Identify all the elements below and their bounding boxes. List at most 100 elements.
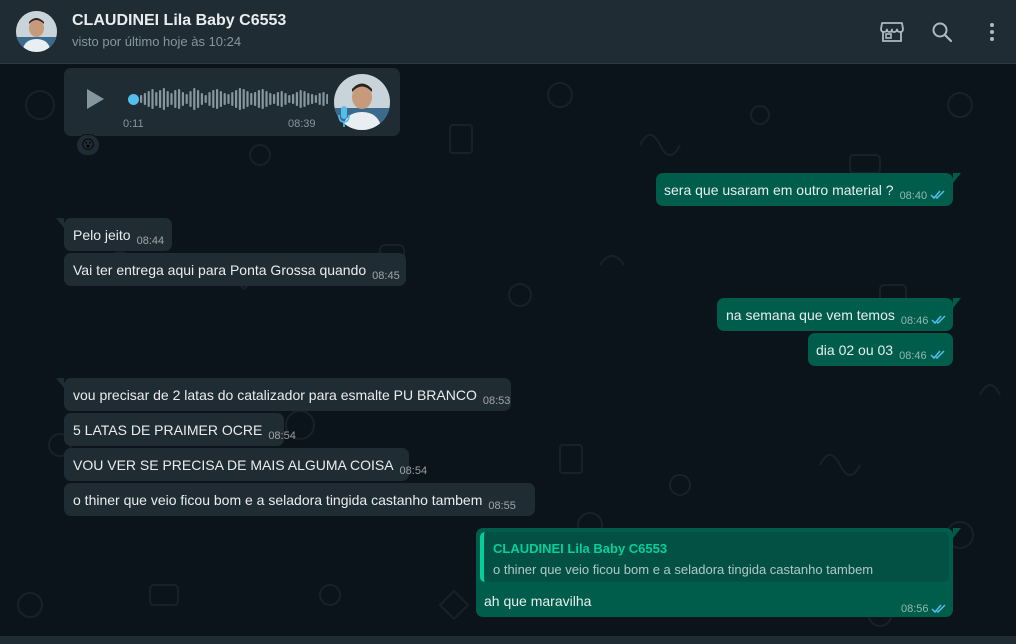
waveform-bar [147,91,150,107]
waveform-bar [269,93,272,105]
message-bubble-in[interactable]: Pelo jeito 08:44 [56,218,172,251]
waveform-bar [140,95,143,103]
waveform-bar [280,91,283,107]
read-ticks-icon [930,346,946,365]
waveform-bar [307,93,310,105]
message-text: 5 LATAS DE PRAIMER OCRE [73,422,263,438]
waveform-bar [238,88,241,110]
waveform-bar [155,92,158,106]
message-text: na semana que vem temos [726,307,895,323]
message-bubble-in[interactable]: Vai ter entrega aqui para Ponta Grossa q… [64,253,406,286]
waveform-bar [295,92,298,106]
waveform-bar [185,94,188,104]
waveform-bar [174,90,177,108]
contact-name[interactable]: CLAUDINEI Lila Baby C6553 [72,12,286,30]
message-time: 08:55 [488,500,516,512]
waveform-bar [322,92,325,106]
message-text: ah que maravilha [484,593,592,609]
waveform-bar [189,91,192,107]
waveform-bar [227,94,230,104]
message-time: 08:53 [482,395,511,407]
waveform-bar [143,93,146,105]
waveform-bar [250,93,253,105]
message-bubble-in[interactable]: 5 LATAS DE PRAIMER OCRE 08:54 [64,413,296,446]
voice-message[interactable]: 0:11 08:39 [64,68,400,136]
waveform-bar [223,93,226,105]
waveform-bar [299,90,302,108]
compose-bar[interactable] [0,636,1016,644]
message-bubble-out[interactable]: dia 02 ou 03 08:46 [808,333,953,366]
quoted-message[interactable]: CLAUDINEI Lila Baby C6553 o thiner que v… [480,532,949,582]
waveform-bar [231,92,234,106]
voice-time: 08:39 [288,118,316,130]
voice-elapsed: 0:11 [123,118,144,130]
waveform-bar [311,94,314,104]
waveform-bar [235,90,238,108]
waveform-bar [265,91,268,107]
waveform-bar [257,90,260,108]
waveform-bar [197,90,200,108]
play-icon[interactable] [84,87,106,116]
waveform-bar [219,91,222,107]
waveform-bar [318,93,321,105]
waveform-bar [178,89,181,109]
chat-header: CLAUDINEI Lila Baby C6553 visto por últi… [0,0,1016,64]
waveform[interactable] [128,86,328,112]
last-seen-status: visto por último hoje às 10:24 [72,34,242,49]
waveform-bar [170,93,173,105]
message-text: sera que usaram em outro material ? [664,182,894,198]
menu-icon[interactable] [978,18,1006,46]
waveform-bar [273,94,276,104]
waveform-bar [193,88,196,110]
message-text: dia 02 ou 03 [816,342,894,358]
message-time: 08:46 [900,315,929,327]
message-bubble-out[interactable]: sera que usaram em outro material ? 08:40 [656,173,961,206]
store-icon[interactable] [878,18,906,46]
search-icon[interactable] [928,18,956,46]
quoted-sender-name: CLAUDINEI Lila Baby C6553 [493,541,668,556]
progress-dot[interactable] [128,94,139,105]
waveform-bar [204,95,207,103]
read-ticks-icon [931,311,947,330]
contact-avatar[interactable] [16,11,57,52]
message-bubble-in[interactable]: VOU VER SE PRECISA DE MAIS ALGUMA COISA 0… [64,448,427,481]
waveform-bar [261,89,264,109]
message-time: 08:40 [899,190,928,202]
mic-icon [338,106,350,133]
message-text: VOU VER SE PRECISA DE MAIS ALGUMA COISA [73,457,394,473]
waveform-bar [159,90,162,108]
message-bubble-out[interactable]: na semana que vem temos 08:46 [717,298,961,331]
message-text: vou precisar de 2 latas do catalizador p… [73,387,477,403]
waveform-bar [208,92,211,106]
waveform-bar [288,95,291,103]
message-text: Vai ter entrega aqui para Ponta Grossa q… [73,262,367,278]
message-time: 08:45 [372,270,400,282]
message-bubble-in[interactable]: vou precisar de 2 latas do catalizador p… [56,378,511,411]
reply-message-bubble[interactable]: CLAUDINEI Lila Baby C6553 o thiner que v… [476,528,961,619]
waveform-bar [284,93,287,105]
waveform-bar [166,91,169,107]
waveform-bar [242,89,245,109]
waveform-bar [151,89,154,109]
message-time: 08:44 [136,235,165,247]
message-list[interactable]: 0:11 08:39 😮 sera que usaram em outro ma… [0,65,1016,644]
waveform-bar [216,89,219,109]
reaction-emoji[interactable]: 😮 [76,134,100,156]
waveform-bar [314,95,317,103]
quoted-message-text: o thiner que veio ficou bom e a seladora… [493,562,874,577]
message-time: 08:46 [899,350,927,362]
read-ticks-icon [931,600,947,619]
waveform-bar [326,94,328,104]
message-bubble-in[interactable]: o thiner que veio ficou bom e a seladora… [64,483,535,516]
waveform-bar [212,90,215,108]
waveform-bar [200,93,203,105]
waveform-bar [276,92,279,106]
waveform-bar [303,91,306,107]
message-text: Pelo jeito [73,227,131,243]
message-time: 08:56 [901,603,929,615]
waveform-bar [254,92,257,106]
waveform-bar [162,88,165,110]
message-text: o thiner que veio ficou bom e a seladora… [73,492,483,508]
waveform-bar [292,94,295,104]
message-time: 08:54 [268,430,296,442]
